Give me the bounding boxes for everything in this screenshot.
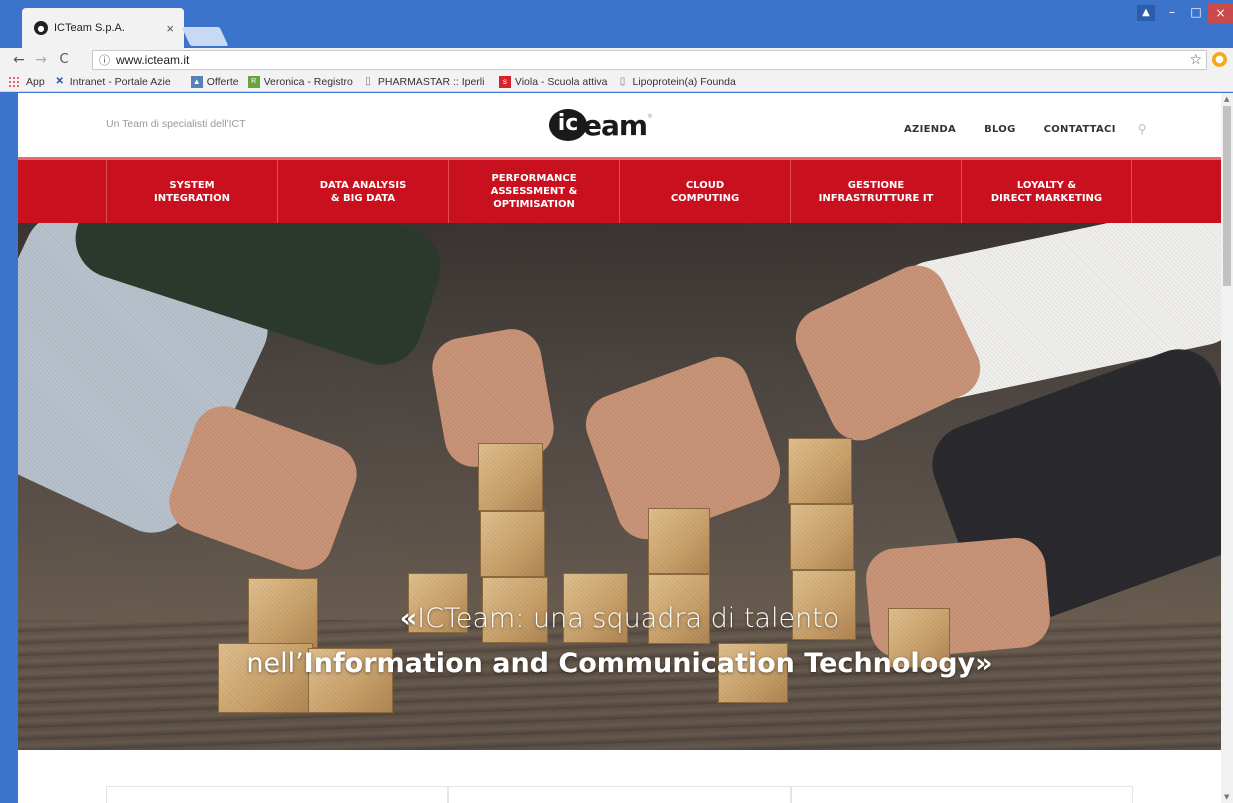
bookmark-veronica[interactable]: R Veronica - Registro [247,76,353,88]
extension-icon[interactable]: ● [1212,52,1227,67]
nav-link-contattaci[interactable]: CONTATTACI [1044,124,1116,135]
page-scrollbar[interactable]: ▲ ▼ [1221,93,1233,803]
menu-loyalty[interactable]: LOYALTY & DIRECT MARKETING [961,160,1132,223]
browser-toolbar: ← → C ⓘ www.icteam.it ☆ ● [0,48,1233,73]
bookmark-intranet[interactable]: ✕ Intranet - Portale Azie [54,76,182,88]
menu-performance[interactable]: PERFORMANCE ASSESSMENT & OPTIMISATION [448,160,619,223]
logo-ic-mark: ic [549,109,587,141]
bookmark-app[interactable]: App [26,76,45,88]
icteam-favicon-icon: ● [34,21,48,35]
info-icon[interactable]: ⓘ [99,52,110,68]
site-tagline: Un Team di specialisti dell'ICT [106,118,246,130]
page-icon: ▯ [619,76,626,87]
registro-icon: R [247,76,260,88]
menu-data-analysis[interactable]: DATA ANALYSIS & BIG DATA [277,160,448,223]
bookmark-offerte[interactable]: ▲ Offerte [190,76,239,88]
browser-titlebar: ● ICTeam S.p.A. × ▲ – □ × [0,0,1233,48]
top-navigation: AZIENDA BLOG CONTATTACI ⚲ [904,122,1147,136]
menu-system-integration[interactable]: SYSTEM INTEGRATION [106,160,277,223]
feature-card[interactable] [448,786,791,803]
bookmark-pharmastar[interactable]: ▯ PHARMASTAR :: Iperli [362,76,490,88]
bookmarks-bar: App ✕ Intranet - Portale Azie ▲ Offerte … [0,73,1233,92]
new-tab-button[interactable] [181,27,229,46]
close-window-button[interactable]: × [1208,3,1233,23]
logo-word: eam [583,108,648,142]
hero-quote-line2: nell’Information and Communication Techn… [246,648,993,679]
nav-link-blog[interactable]: BLOG [984,124,1016,135]
bookmark-viola[interactable]: s Viola - Scuola attiva [498,76,608,88]
site-header: Un Team di specialisti dell'ICT ic eam ®… [18,93,1221,157]
bookmark-lipoprotein[interactable]: ▯ Lipoprotein(a) Founda [617,76,745,88]
address-bar[interactable]: ⓘ www.icteam.it ☆ [92,50,1207,70]
hero-quote-line1: «ICTeam: una squadra di talento [399,603,840,634]
forward-arrow-icon[interactable]: → [32,51,50,69]
scrollbar-thumb[interactable] [1223,106,1231,286]
feature-cards [106,786,1133,803]
page-viewport: Un Team di specialisti dell'ICT ic eam ®… [18,93,1221,803]
intranet-x-icon: ✕ [55,76,64,87]
tab-close-icon[interactable]: × [166,21,174,36]
logo-registered: ® [647,113,654,120]
maximize-button[interactable]: □ [1184,5,1208,21]
browser-tab[interactable]: ● ICTeam S.p.A. × [22,8,184,48]
feature-card[interactable] [106,786,449,803]
chart-icon: ▲ [190,76,203,88]
minimize-button[interactable]: – [1160,5,1184,21]
user-profile-icon[interactable]: ▲ [1137,5,1155,21]
url-text[interactable]: www.icteam.it [116,53,1189,67]
apps-grid-icon[interactable] [8,76,20,88]
tab-title: ICTeam S.p.A. [54,22,125,34]
menu-cloud-computing[interactable]: CLOUD COMPUTING [619,160,790,223]
back-arrow-icon[interactable]: ← [10,51,28,69]
nav-link-azienda[interactable]: AZIENDA [904,124,956,135]
scroll-down-icon[interactable]: ▼ [1224,793,1229,801]
scuola-icon: s [498,76,511,88]
hero-banner: «ICTeam: una squadra di talento nell’Inf… [18,223,1221,750]
menu-gestione-infrastrutture[interactable]: GESTIONE INFRASTRUTTURE IT [790,160,961,223]
feature-card[interactable] [790,786,1133,803]
reload-icon[interactable]: C [55,51,73,69]
icteam-logo[interactable]: ic eam ® [549,108,654,142]
scroll-up-icon[interactable]: ▲ [1224,95,1229,103]
search-icon[interactable]: ⚲ [1138,122,1147,136]
page-icon: ▯ [365,76,371,87]
main-navigation: SYSTEM INTEGRATION DATA ANALYSIS & BIG D… [18,157,1221,223]
bookmark-star-icon[interactable]: ☆ [1189,52,1202,68]
